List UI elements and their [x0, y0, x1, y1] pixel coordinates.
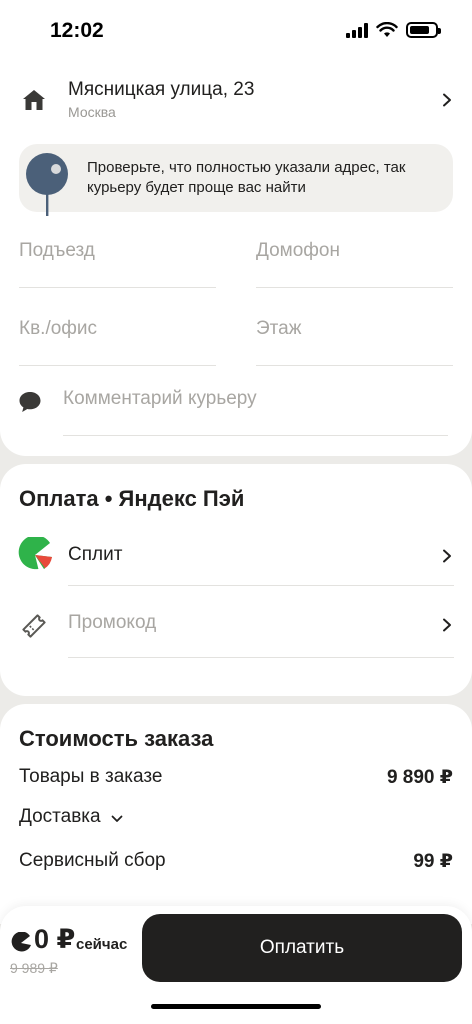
intercom-placeholder: Домофон	[256, 240, 340, 261]
order-cost-card: Стоимость заказа Товары в заказе 9 890 ₽…	[0, 704, 472, 924]
home-icon	[23, 90, 45, 110]
status-icons	[346, 22, 441, 38]
map-pin-icon	[26, 153, 68, 216]
status-bar: 12:02	[0, 0, 472, 60]
promo-label: Промокод	[68, 612, 157, 633]
apartment-placeholder: Кв./офис	[19, 318, 98, 339]
order-cost-title: Стоимость заказа	[19, 726, 214, 751]
chevron-right-icon	[443, 618, 451, 632]
delivery-row[interactable]: Доставка	[19, 806, 453, 834]
items-value: 9 890 ₽	[386, 767, 453, 788]
comment-icon	[19, 392, 41, 412]
payment-card: Оплата • Яндекс Пэй Сплит Промокод	[0, 464, 472, 696]
row-divider	[68, 657, 454, 658]
price-now: 0 ₽	[34, 924, 76, 954]
chevron-right-icon	[443, 549, 451, 563]
address-card: Мясницкая улица, 23 Москва Проверьте, чт…	[0, 60, 472, 456]
service-fee-value: 99 ₽	[413, 851, 453, 872]
field-underline	[63, 435, 448, 436]
entrance-placeholder: Подъезд	[19, 240, 95, 261]
address-city: Москва	[68, 104, 116, 120]
intercom-field[interactable]: Домофон	[256, 232, 453, 288]
address-row[interactable]: Мясницкая улица, 23 Москва	[0, 74, 472, 124]
split-row[interactable]: Сплит	[0, 526, 472, 586]
address-hint: Проверьте, что полностью указали адрес, …	[19, 144, 453, 216]
wifi-icon	[376, 22, 398, 37]
price-now-label: сейчас	[76, 936, 128, 953]
chevron-right-icon	[443, 93, 451, 107]
items-label: Товары в заказе	[19, 766, 163, 787]
address-hint-text: Проверьте, что полностью указали адрес, …	[87, 159, 406, 196]
floor-placeholder: Этаж	[256, 318, 302, 339]
field-underline	[19, 365, 216, 366]
courier-comment-placeholder: Комментарий курьеру	[63, 388, 257, 409]
price-old: 9 989 ₽	[10, 960, 58, 976]
items-row: Товары в заказе 9 890 ₽	[19, 766, 453, 794]
field-underline	[19, 287, 216, 288]
field-underline	[256, 365, 453, 366]
ticket-icon	[22, 614, 46, 638]
battery-icon	[406, 22, 441, 38]
courier-comment-field[interactable]: Комментарий курьеру	[63, 380, 448, 436]
floor-field[interactable]: Этаж	[256, 310, 453, 366]
home-indicator	[151, 1004, 321, 1009]
row-divider	[68, 585, 454, 586]
address-street: Мясницкая улица, 23	[68, 79, 255, 100]
cellular-signal-icon	[346, 22, 368, 38]
field-underline	[256, 287, 453, 288]
split-mini-icon	[11, 932, 31, 952]
delivery-label: Доставка	[19, 806, 101, 827]
promo-row[interactable]: Промокод	[0, 594, 472, 658]
service-fee-label: Сервисный сбор	[19, 850, 166, 871]
entrance-field[interactable]: Подъезд	[19, 232, 216, 288]
apartment-field[interactable]: Кв./офис	[19, 310, 216, 366]
service-fee-row: Сервисный сбор 99 ₽	[19, 850, 453, 878]
status-time: 12:02	[50, 19, 104, 42]
payment-title: Оплата • Яндекс Пэй	[19, 486, 245, 511]
split-label: Сплит	[68, 544, 123, 565]
pay-button[interactable]: Оплатить	[142, 914, 462, 982]
split-logo-icon	[18, 537, 52, 572]
chevron-down-icon	[111, 815, 123, 822]
